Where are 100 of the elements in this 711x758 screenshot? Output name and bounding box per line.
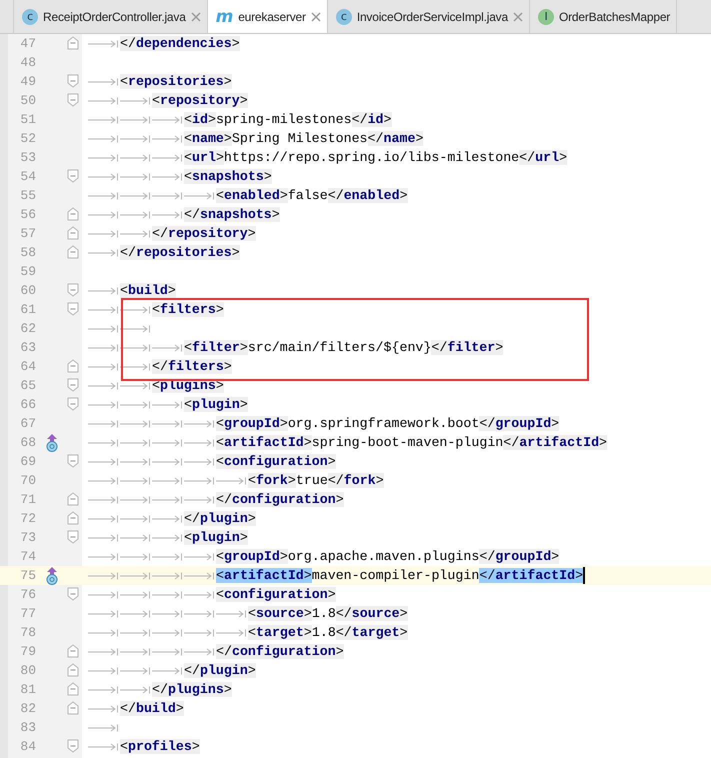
file-type-icon: m	[216, 9, 234, 25]
xml-tag: <filters>	[152, 302, 224, 317]
line-number: 67	[19, 416, 36, 431]
xml-tag: <configuration>	[216, 454, 336, 469]
line-number: 54	[19, 169, 36, 184]
xml-tag: </source>	[336, 606, 408, 621]
line-number: 53	[19, 150, 36, 165]
line-number: 82	[19, 701, 36, 716]
xml-tag: </snapshots>	[184, 207, 280, 222]
xml-text: false	[288, 188, 328, 203]
line-number: 58	[19, 245, 36, 260]
line-number: 48	[19, 55, 36, 70]
xml-tag: <build>	[120, 283, 176, 298]
line-number: 69	[19, 454, 36, 469]
xml-tag: </filters>	[152, 359, 232, 374]
line-number: 75	[19, 568, 36, 583]
xml-tag: </build>	[120, 701, 184, 716]
overriding-method-icon[interactable]	[44, 434, 60, 452]
xml-tag: <id>	[184, 112, 216, 127]
tab-marker-icon	[88, 40, 119, 48]
xml-tag: <fork>	[248, 473, 296, 488]
line-number: 64	[19, 359, 36, 374]
xml-tag: <filter>	[184, 340, 248, 355]
xml-tag: <name>	[184, 131, 232, 146]
line-number: 70	[19, 473, 36, 488]
file-type-icon: c	[22, 8, 38, 24]
xml-tag: </plugin>	[184, 663, 256, 678]
xml-text: https://repo.spring.io/libs-milestone	[224, 150, 520, 165]
line-number: 76	[19, 587, 36, 602]
file-type-icon: I	[538, 8, 554, 24]
tab-marker-icon	[88, 742, 119, 750]
line-number: 74	[19, 549, 36, 564]
line-number: 63	[19, 340, 36, 355]
tab-marker-icon	[88, 78, 119, 86]
xml-tag: <repositories>	[120, 74, 232, 89]
xml-tag: </configuration>	[216, 644, 344, 659]
close-icon[interactable]	[190, 12, 201, 22]
xml-tag: <repository>	[152, 93, 248, 108]
xml-tag: <plugin>	[184, 530, 248, 545]
line-number: 60	[19, 283, 36, 298]
xml-text: 1.8	[312, 625, 336, 640]
xml-tag: <snapshots>	[184, 169, 272, 184]
line-number: 62	[19, 321, 36, 336]
tab-marker-icon	[88, 248, 119, 256]
xml-tag: </repositories>	[120, 245, 240, 260]
line-number: 61	[19, 302, 36, 317]
xml-tag: <groupId>	[216, 549, 288, 564]
line-number: 81	[19, 682, 36, 697]
close-icon[interactable]	[512, 12, 523, 22]
line-number: 47	[19, 36, 36, 51]
editor-tab[interactable]: m eurekaserver	[206, 0, 328, 33]
overriding-method-icon[interactable]	[44, 567, 60, 585]
line-number: 52	[19, 131, 36, 146]
xml-tag: </target>	[336, 625, 408, 640]
line-number: 80	[19, 663, 36, 678]
xml-tag: </artifactId>	[479, 568, 584, 583]
xml-tag: </groupId>	[479, 416, 560, 431]
xml-tag: </filter>	[431, 340, 504, 355]
line-number: 51	[19, 112, 36, 127]
xml-text: org.springframework.boot	[288, 416, 480, 431]
line-number: 49	[19, 74, 36, 89]
xml-tag: </plugin>	[184, 511, 256, 526]
line-number: 66	[19, 397, 36, 412]
line-number: 77	[19, 606, 36, 621]
xml-tag: <profiles>	[120, 739, 200, 754]
xml-text: Spring Milestones	[232, 131, 368, 146]
close-icon[interactable]	[310, 12, 321, 22]
xml-text: 1.8	[312, 606, 336, 621]
line-number: 68	[19, 435, 36, 450]
xml-tag: <source>	[248, 606, 312, 621]
xml-tag: </configuration>	[216, 492, 344, 507]
xml-tag: </repository>	[152, 226, 256, 241]
line-number: 50	[19, 93, 36, 108]
line-number: 71	[19, 492, 36, 507]
xml-tag: <url>	[184, 150, 224, 165]
line-number: 78	[19, 625, 36, 640]
xml-text: spring-boot-maven-plugin	[312, 435, 504, 450]
xml-tag: </name>	[368, 131, 424, 146]
line-number: 83	[19, 720, 36, 735]
xml-tag: <plugin>	[184, 397, 248, 412]
xml-tag: </artifactId>	[503, 435, 608, 450]
xml-text: org.apache.maven.plugins	[288, 549, 480, 564]
xml-tag: </plugins>	[152, 682, 232, 697]
xml-tag: </fork>	[328, 473, 384, 488]
line-number: 65	[19, 378, 36, 393]
xml-tag: <enabled>	[216, 188, 288, 203]
line-number: 55	[19, 188, 36, 203]
xml-tag: <groupId>	[216, 416, 288, 431]
line-number: 56	[19, 207, 36, 222]
xml-tag: <artifactId>	[216, 568, 312, 583]
tab-marker-icon	[88, 286, 119, 294]
xml-text: true	[296, 473, 328, 488]
tab-marker-icon	[88, 724, 119, 732]
xml-tag: <configuration>	[216, 587, 336, 602]
line-number: 73	[19, 530, 36, 545]
line-number: 84	[19, 739, 36, 754]
xml-text: spring-milestones	[216, 112, 352, 127]
xml-text: maven-compiler-plugin	[312, 568, 480, 583]
file-type-icon: c	[336, 8, 352, 24]
xml-text: src/main/filters/${env}	[248, 340, 432, 355]
